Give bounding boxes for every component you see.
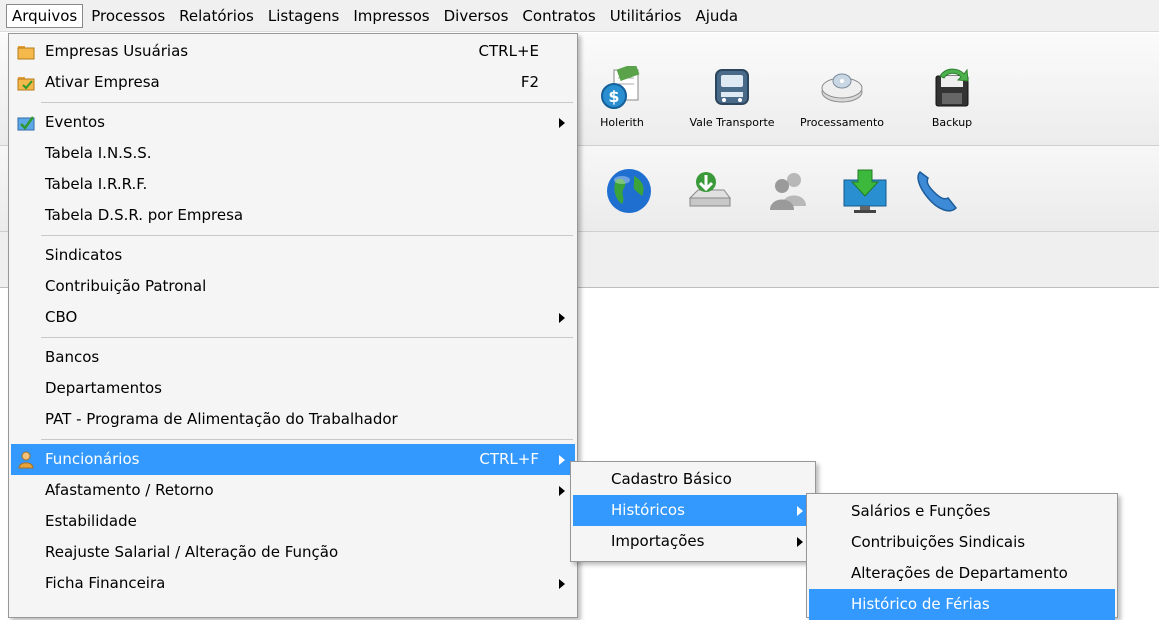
menu-item-label: Eventos [45,113,105,131]
menu-item-label: Tabela I.N.S.S. [45,144,152,162]
menu-item-shortcut: CTRL+F [479,450,539,468]
submenu-arrow-icon [559,486,565,496]
checklist-icon [17,116,35,131]
menu-item-label: Salários e Funções [851,502,991,520]
arquivos-menu: Empresas Usuárias CTRL+E Ativar Empresa … [8,33,578,618]
backup-icon [935,68,969,107]
menu-item-tabela-inss[interactable]: Tabela I.N.S.S. [11,138,575,169]
menu-item-cadastro-basico[interactable]: Cadastro Básico [573,464,813,495]
menu-item-tabela-irrf[interactable]: Tabela I.R.R.F. [11,169,575,200]
processamento-button[interactable]: Processamento [787,49,897,129]
backup-label: Backup [931,116,973,129]
holerith-icon: $ [601,66,640,109]
users-icon[interactable] [764,166,814,216]
menu-item-label: Cadastro Básico [611,470,732,488]
menu-listagens[interactable]: Listagens [262,4,345,28]
menu-item-reajuste[interactable]: Reajuste Salarial / Alteração de Função [11,537,575,568]
submenu-arrow-icon [559,118,565,128]
menu-item-historicos[interactable]: Históricos [573,495,813,526]
vale-transporte-button[interactable]: Vale Transporte [677,49,787,129]
folder-check-icon [17,77,35,91]
download-monitor-icon[interactable] [840,166,890,216]
menu-item-label: Contribuição Patronal [45,277,207,295]
submenu-arrow-icon [559,313,565,323]
menu-item-label: Departamentos [45,379,162,397]
vale-transporte-label: Vale Transporte [689,116,775,129]
holerith-label: Holerith [600,116,644,129]
menu-item-label: Tabela I.R.R.F. [45,175,148,193]
menu-item-ativar-empresa[interactable]: Ativar Empresa F2 [11,67,575,98]
menu-item-salarios-funcoes[interactable]: Salários e Funções [809,496,1115,527]
menu-item-alteracoes-departamento[interactable]: Alterações de Departamento [809,558,1115,589]
phone-icon[interactable] [912,166,962,216]
menu-impressos[interactable]: Impressos [347,4,435,28]
submenu-arrow-icon [797,506,803,516]
menu-item-label: Ativar Empresa [45,73,160,91]
menu-item-eventos[interactable]: Eventos [11,107,575,138]
historicos-submenu: Salários e Funções Contribuições Sindica… [806,493,1118,620]
menu-utilitarios[interactable]: Utilitários [604,4,688,28]
menu-item-label: Funcionários [45,450,140,468]
menu-item-contribuicoes-sindicais[interactable]: Contribuições Sindicais [809,527,1115,558]
svg-text:$: $ [608,87,619,106]
menu-bar: Arquivos Processos Relatórios Listagens … [0,0,1159,32]
menu-contratos[interactable]: Contratos [516,4,601,28]
menu-item-historico-ferias[interactable]: Histórico de Férias [809,589,1115,620]
funcionarios-submenu: Cadastro Básico Históricos Importações [570,461,816,562]
backup-button[interactable]: Backup [897,49,1007,129]
menu-item-label: Empresas Usuárias [45,42,189,60]
menu-item-sindicatos[interactable]: Sindicatos [11,240,575,271]
menu-item-label: PAT - Programa de Alimentação do Trabalh… [45,410,398,428]
processamento-label: Processamento [800,116,884,129]
menu-item-empresas-usuarias[interactable]: Empresas Usuárias CTRL+E [11,36,575,67]
menu-diversos[interactable]: Diversos [438,4,515,28]
menu-relatorios[interactable]: Relatórios [173,4,260,28]
menu-separator [41,235,573,236]
menu-ajuda[interactable]: Ajuda [689,4,744,28]
menu-item-label: Tabela D.S.R. por Empresa [45,206,244,224]
bus-icon [715,69,749,105]
menu-separator [41,102,573,103]
network-drive-icon[interactable] [684,166,734,216]
processing-icon [821,73,863,103]
user-icon [18,451,34,469]
submenu-arrow-icon [797,537,803,547]
holerith-button[interactable]: $ Holerith [567,49,677,129]
menu-item-label: Estabilidade [45,512,137,530]
menu-item-label: Sindicatos [45,246,123,264]
menu-item-label: Histórico de Férias [851,595,990,613]
submenu-arrow-icon [559,579,565,589]
menu-item-label: Afastamento / Retorno [45,481,214,499]
menu-item-importacoes[interactable]: Importações [573,526,813,557]
menu-item-departamentos[interactable]: Departamentos [11,373,575,404]
menu-item-label: Alterações de Departamento [851,564,1068,582]
menu-item-shortcut: CTRL+E [478,42,539,60]
menu-item-shortcut: F2 [520,73,539,91]
menu-item-label: Ficha Financeira [45,574,166,592]
menu-separator [41,439,573,440]
menu-item-estabilidade[interactable]: Estabilidade [11,506,575,537]
menu-item-afastamento[interactable]: Afastamento / Retorno [11,475,575,506]
menu-item-label: Contribuições Sindicais [851,533,1026,551]
folder-icon [17,46,35,60]
menu-item-label: Importações [611,532,705,550]
menu-item-label: Reajuste Salarial / Alteração de Função [45,543,339,561]
menu-item-bancos[interactable]: Bancos [11,342,575,373]
globe-icon[interactable] [604,166,654,216]
menu-item-label: Bancos [45,348,100,366]
submenu-arrow-icon [559,455,565,465]
menu-arquivos[interactable]: Arquivos [6,3,84,28]
menu-item-label: CBO [45,308,78,326]
menu-item-label: Históricos [611,501,685,519]
menu-item-funcionarios[interactable]: Funcionários CTRL+F [11,444,575,475]
menu-item-contribuicao-patronal[interactable]: Contribuição Patronal [11,271,575,302]
menu-processos[interactable]: Processos [85,4,171,28]
menu-item-cbo[interactable]: CBO [11,302,575,333]
menu-item-ficha-financeira[interactable]: Ficha Financeira [11,568,575,599]
menu-separator [41,337,573,338]
menu-item-pat[interactable]: PAT - Programa de Alimentação do Trabalh… [11,404,575,435]
menu-item-tabela-dsr[interactable]: Tabela D.S.R. por Empresa [11,200,575,231]
